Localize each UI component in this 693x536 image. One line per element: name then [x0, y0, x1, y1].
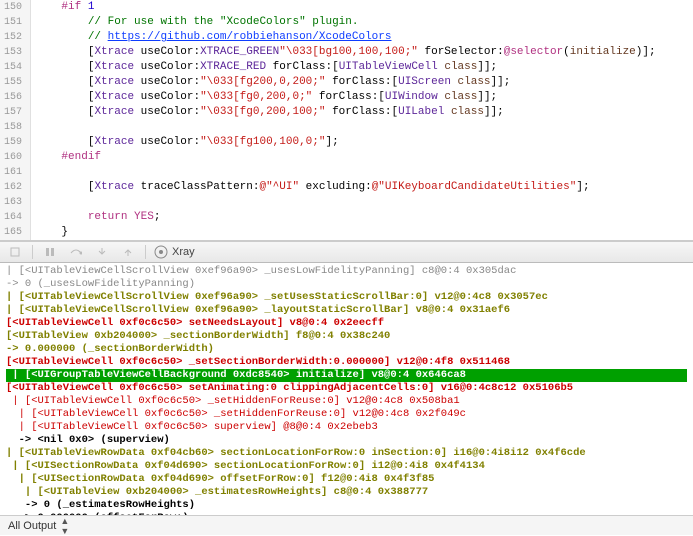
console-line: | [<UITableViewCellScrollView 0xef96a90>…	[6, 304, 687, 317]
console-line: -> 0 (_usesLowFidelityPanning)	[6, 278, 687, 291]
step-out-button[interactable]	[119, 244, 137, 260]
code-line	[35, 165, 689, 180]
console-output[interactable]: | [<UITableViewCellScrollView 0xef96a90>…	[0, 263, 693, 515]
line-number: 152	[4, 30, 22, 45]
step-in-button[interactable]	[93, 244, 111, 260]
line-number: 163	[4, 195, 22, 210]
console-line: | [<UITableViewCellScrollView 0xef96a90>…	[6, 265, 687, 278]
separator	[32, 245, 33, 259]
line-number: 158	[4, 120, 22, 135]
xray-button[interactable]: Xray	[154, 245, 195, 259]
pause-button[interactable]	[41, 244, 59, 260]
code-editor: 1501511521531541551561571581591601611621…	[0, 0, 693, 241]
step-over-button[interactable]	[67, 244, 85, 260]
line-number: 153	[4, 45, 22, 60]
console-line: [<UITableViewCell 0xf0c6c50> _setSection…	[6, 356, 687, 369]
filter-stepper-icon[interactable]: ▲▼	[60, 516, 69, 536]
code-line: [Xtrace useColor:"\033[fg100,100,0;"];	[35, 135, 689, 150]
line-number: 157	[4, 105, 22, 120]
line-number: 159	[4, 135, 22, 150]
console-line: [<UITableView 0xb204000> _sectionBorderW…	[6, 330, 687, 343]
console-line: | [<UITableViewCell 0xf0c6c50> _setHidde…	[6, 395, 687, 408]
console-line: | [<UISectionRowData 0xf04d690> sectionL…	[6, 460, 687, 473]
code-line: [Xtrace useColor:"\033[fg0,200,0;" forCl…	[35, 90, 689, 105]
console-line: | [<UIGroupTableViewCellBackground 0xdc8…	[6, 369, 687, 382]
hide-debug-button[interactable]	[6, 244, 24, 260]
code-line: // https://github.com/robbiehanson/Xcode…	[35, 30, 689, 45]
line-number: 156	[4, 90, 22, 105]
console-line: | [<UITableViewCellScrollView 0xef96a90>…	[6, 291, 687, 304]
footer-bar: All Output ▲▼	[0, 515, 693, 535]
code-line: #if 1	[35, 0, 689, 15]
code-area[interactable]: #if 1 // For use with the "XcodeColors" …	[31, 0, 693, 240]
console-line: -> 0.000000 (_sectionBorderWidth)	[6, 343, 687, 356]
code-line: // For use with the "XcodeColors" plugin…	[35, 15, 689, 30]
code-line: [Xtrace useColor:XTRACE_GREEN"\033[bg100…	[35, 45, 689, 60]
console-line: [<UITableViewCell 0xf0c6c50> setAnimatin…	[6, 382, 687, 395]
line-number: 164	[4, 210, 22, 225]
code-line: [Xtrace traceClassPattern:@"^UI" excludi…	[35, 180, 689, 195]
console-line: [<UITableViewCell 0xf0c6c50> setNeedsLay…	[6, 317, 687, 330]
line-number: 155	[4, 75, 22, 90]
console-line: | [<UITableViewCell 0xf0c6c50> _setHidde…	[6, 408, 687, 421]
console-line: | [<UITableViewCell 0xf0c6c50> superview…	[6, 421, 687, 434]
xray-icon	[154, 245, 168, 259]
code-line: [Xtrace useColor:XTRACE_RED forClass:[UI…	[35, 60, 689, 75]
code-line: #endif	[35, 150, 689, 165]
line-gutter: 1501511521531541551561571581591601611621…	[0, 0, 31, 240]
line-number: 150	[4, 0, 22, 15]
code-line: return YES;	[35, 210, 689, 225]
code-line	[35, 195, 689, 210]
debug-toolbar: Xray	[0, 241, 693, 263]
xray-label: Xray	[172, 246, 195, 258]
console-line: -> 0 (_estimatesRowHeights)	[6, 499, 687, 512]
console-line: -> <nil 0x0> (superview)	[6, 434, 687, 447]
code-line: [Xtrace useColor:"\033[fg0,200,100;" for…	[35, 105, 689, 120]
console-line: | [<UITableViewRowData 0xf04cb60> sectio…	[6, 447, 687, 460]
console-line: | [<UITableView 0xb204000> _estimatesRow…	[6, 486, 687, 499]
code-line	[35, 120, 689, 135]
line-number: 151	[4, 15, 22, 30]
line-number: 161	[4, 165, 22, 180]
line-number: 154	[4, 60, 22, 75]
code-line: [Xtrace useColor:"\033[fg200,0,200;" for…	[35, 75, 689, 90]
separator	[145, 245, 146, 259]
line-number: 160	[4, 150, 22, 165]
output-filter[interactable]: All Output	[8, 520, 56, 532]
code-line: }	[35, 225, 689, 240]
console-line: | [<UISectionRowData 0xf04d690> offsetFo…	[6, 473, 687, 486]
line-number: 165	[4, 225, 22, 240]
line-number: 162	[4, 180, 22, 195]
